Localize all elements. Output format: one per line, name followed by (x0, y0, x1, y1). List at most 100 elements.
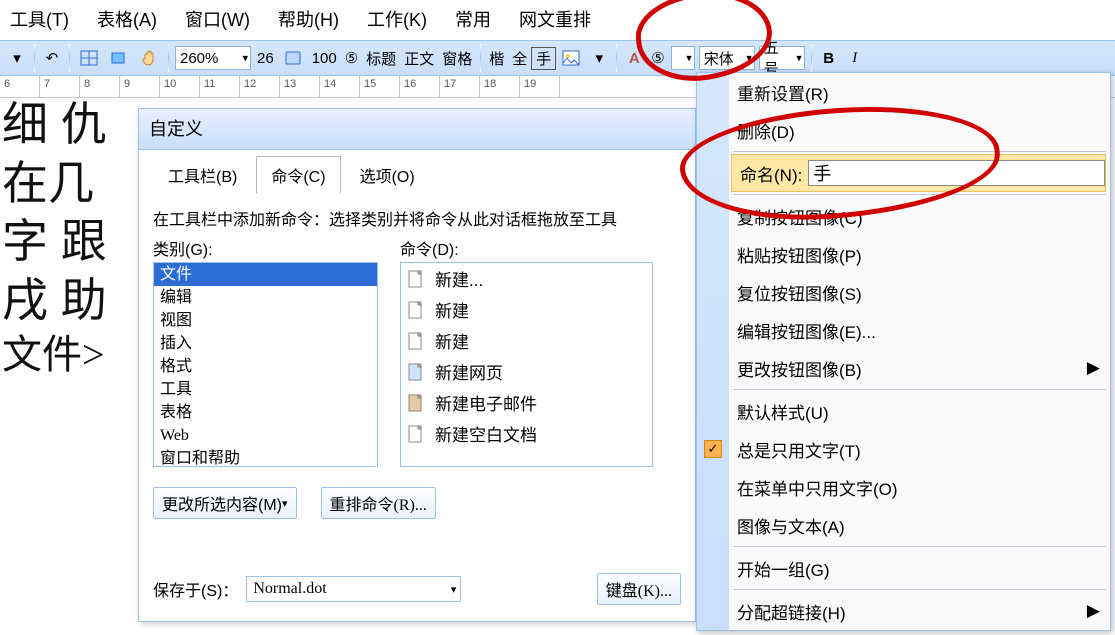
menu-item[interactable]: 更改按钮图像(B)▶ (697, 349, 1110, 387)
command-item[interactable]: 新建电子邮件 (401, 387, 652, 418)
menu-name-label: 命名(N): (740, 161, 802, 186)
document-content: 细 仇 在几 字 跟 戌 助 文件> (0, 95, 140, 635)
tb-full[interactable]: 全 (508, 48, 531, 69)
menu-separator (733, 546, 1106, 547)
table-icon[interactable] (75, 44, 103, 72)
bold-button[interactable]: B (817, 44, 841, 72)
category-item[interactable]: 编辑 (154, 286, 377, 309)
fontsize-combo[interactable]: 五号 (759, 46, 805, 70)
menu-item[interactable]: 在菜单中只用文字(O) (697, 468, 1110, 506)
category-item[interactable]: 工具 (154, 378, 377, 401)
menu-separator (733, 589, 1106, 590)
menu-item[interactable]: 重新设置(R) (697, 73, 1110, 111)
menu-item[interactable]: 开始一组(G) (697, 549, 1110, 587)
hand-icon[interactable] (135, 44, 163, 72)
keyboard-button[interactable]: 键盘(K)... (597, 573, 681, 605)
toolbar-dd2-icon[interactable]: ▾ (587, 44, 611, 72)
menu-name-input[interactable] (808, 160, 1105, 186)
toolbar: ▾ ↶ 260% 26 100 ⑤ 标题 正文 窗格 楷 全 手 ▾ A ⑤ 宋… (0, 40, 1115, 76)
separator (34, 44, 35, 72)
font-color-icon[interactable]: A (622, 44, 646, 72)
separator (616, 44, 617, 72)
menu-separator (733, 194, 1106, 195)
command-item[interactable]: 新建... (401, 263, 652, 294)
dropdown-blank[interactable] (671, 46, 695, 70)
menubar: 工具(T) 表格(A) 窗口(W) 帮助(H) 工作(K) 常用 网文重排 (0, 0, 1115, 40)
number-100: 100 (308, 50, 341, 67)
separator (480, 44, 481, 72)
menu-item[interactable]: 粘贴按钮图像(P) (697, 235, 1110, 273)
submenu-arrow-icon: ▶ (1087, 601, 1100, 621)
menu-item[interactable]: 编辑按钮图像(E)... (697, 311, 1110, 349)
category-listbox[interactable]: 文件编辑视图插入格式工具表格Web窗口和帮助绘图 (153, 262, 378, 467)
font-combo[interactable]: 宋体 (699, 46, 755, 70)
tab-commands[interactable]: 命令(C) (256, 156, 340, 194)
book-icon[interactable] (279, 44, 307, 72)
menu-item[interactable]: ✓总是只用文字(T) (697, 430, 1110, 468)
context-menu: 重新设置(R)删除(D) 命名(N): 复制按钮图像(C)粘贴按钮图像(P)复位按钮… (696, 72, 1111, 631)
category-item[interactable]: 文件 (154, 263, 377, 286)
menu-item[interactable]: 复位按钮图像(S) (697, 273, 1110, 311)
category-item[interactable]: Web (154, 424, 377, 447)
command-item[interactable]: 新建 (401, 325, 652, 356)
tb-body[interactable]: 正文 (400, 48, 438, 69)
menu-item[interactable]: 删除(D) (697, 111, 1110, 149)
number-26: 26 (253, 50, 278, 67)
dialog-title: 自定义 (139, 109, 695, 150)
save-in-combo[interactable]: Normal.dot (246, 576, 461, 602)
command-listbox[interactable]: 新建...新建新建新建网页新建电子邮件新建空白文档 (400, 262, 653, 467)
category-item[interactable]: 格式 (154, 355, 377, 378)
circle-5-icon: ⑤ (341, 49, 362, 67)
text-line: 文件> (0, 329, 140, 381)
separator (811, 44, 812, 72)
category-item[interactable]: 表格 (154, 401, 377, 424)
category-item[interactable]: 视图 (154, 309, 377, 332)
customize-dialog: 自定义 工具栏(B) 命令(C) 选项(O) 在工具栏中添加新命令：选择类别并将… (138, 108, 696, 622)
tb-kai[interactable]: 楷 (485, 48, 508, 69)
menu-help[interactable]: 帮助(H) (278, 6, 339, 32)
menu-item[interactable]: 复制按钮图像(C) (697, 197, 1110, 235)
tab-options[interactable]: 选项(O) (345, 156, 430, 194)
change-selection-button[interactable]: 更改所选内容(M) (153, 487, 297, 519)
zoom-combo[interactable]: 260% (175, 46, 251, 70)
toolbar-dd1-icon[interactable]: ▾ (5, 44, 29, 72)
text-line: 细 仇 (0, 95, 140, 154)
menu-work[interactable]: 工作(K) (367, 6, 427, 32)
text-line: 字 跟 (0, 212, 140, 271)
tb-pane[interactable]: 窗格 (438, 48, 476, 69)
tab-toolbars[interactable]: 工具栏(B) (153, 156, 252, 194)
command-item[interactable]: 新建网页 (401, 356, 652, 387)
text-line: 在几 (0, 154, 140, 213)
fill-icon[interactable] (105, 44, 133, 72)
menu-window[interactable]: 窗口(W) (185, 6, 250, 32)
menu-name-row[interactable]: 命名(N): (731, 154, 1106, 192)
menu-common[interactable]: 常用 (455, 6, 491, 32)
undo-icon[interactable]: ↶ (40, 44, 64, 72)
command-item[interactable]: 新建 (401, 294, 652, 325)
menu-item[interactable]: 分配超链接(H)▶ (697, 592, 1110, 630)
menu-separator (733, 151, 1106, 152)
tb-hand[interactable]: 手 (531, 47, 556, 70)
menu-item[interactable]: 默认样式(U) (697, 392, 1110, 430)
categories-label: 类别(G): (153, 236, 378, 260)
menu-tools[interactable]: 工具(T) (10, 6, 69, 32)
separator (69, 44, 70, 72)
save-in-label: 保存于(S)： (153, 577, 238, 601)
command-item[interactable]: 新建空白文档 (401, 418, 652, 449)
menu-item[interactable]: 图像与文本(A) (697, 506, 1110, 544)
italic-button[interactable]: I (843, 44, 867, 72)
rearrange-commands-button[interactable]: 重排命令(R)... (321, 487, 436, 519)
separator (168, 44, 169, 72)
picture-icon[interactable] (557, 44, 585, 72)
category-item[interactable]: 插入 (154, 332, 377, 355)
commands-label: 命令(D): (400, 236, 653, 260)
check-icon: ✓ (704, 440, 722, 458)
menu-reflow[interactable]: 网文重排 (519, 6, 591, 32)
dialog-hint: 在工具栏中添加新命令：选择类别并将命令从此对话框拖放至工具 (153, 206, 681, 230)
text-line: 戌 助 (0, 271, 140, 330)
menu-table[interactable]: 表格(A) (97, 6, 157, 32)
category-item[interactable]: 窗口和帮助 (154, 447, 377, 467)
dialog-tabs: 工具栏(B) 命令(C) 选项(O) (139, 150, 695, 194)
tb-title[interactable]: 标题 (362, 48, 400, 69)
submenu-arrow-icon: ▶ (1087, 358, 1100, 378)
